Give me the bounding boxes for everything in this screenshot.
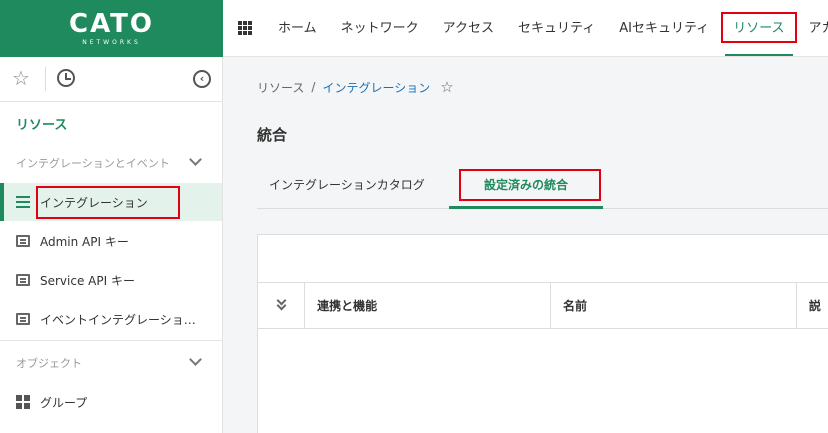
tab-integration-catalog[interactable]: インテグレーションカタログ	[269, 165, 425, 209]
nav-home[interactable]: ホーム	[266, 0, 329, 56]
sidebar-item-label: イベントインテグレーショ…	[40, 312, 196, 327]
nav-account[interactable]: アカ	[797, 0, 828, 56]
column-header-name[interactable]: 名前	[551, 283, 797, 329]
breadcrumb: リソース / インテグレーション ☆	[257, 78, 454, 96]
chevron-down-icon[interactable]	[189, 353, 202, 366]
table-header: 連携と機能 名前 説	[258, 283, 828, 329]
breadcrumb-root[interactable]: リソース	[257, 79, 304, 96]
toolbar-divider	[45, 67, 46, 91]
expand-all-icon[interactable]	[258, 283, 306, 329]
nav-ai-security[interactable]: AIセキュリティ	[607, 0, 721, 56]
groups-icon	[16, 395, 30, 409]
history-icon[interactable]	[57, 69, 75, 87]
top-navigation: ホーム ネットワーク アクセス セキュリティ AIセキュリティ リソース アカ	[223, 0, 828, 57]
section-divider	[0, 340, 222, 341]
favorite-star-icon[interactable]: ☆	[12, 68, 30, 88]
app-grid-icon[interactable]	[238, 21, 252, 35]
column-header-integration[interactable]: 連携と機能	[305, 283, 551, 329]
nav-network[interactable]: ネットワーク	[329, 0, 431, 56]
sidebar-item-groups[interactable]: グループ	[0, 383, 222, 421]
breadcrumb-current[interactable]: インテグレーション	[322, 79, 430, 96]
nav-access[interactable]: アクセス	[431, 0, 506, 56]
highlight-box	[36, 186, 180, 219]
brand-name: CATO	[68, 9, 155, 39]
sidebar-item-event-integration[interactable]: イベントインテグレーショ…	[0, 300, 222, 338]
brand-sub: NETWORKS	[82, 39, 141, 46]
sidebar-item-label: グループ	[40, 395, 88, 410]
document-icon	[16, 313, 30, 325]
sidebar: ☆ ‹ リソース インテグレーションとイベント インテグレーション Admin …	[0, 57, 223, 433]
section-integrations-events[interactable]: インテグレーションとイベント	[16, 155, 170, 171]
collapse-sidebar-icon[interactable]: ‹	[193, 70, 211, 88]
nav-resources[interactable]: リソース	[721, 0, 797, 56]
sidebar-title: リソース	[16, 118, 68, 133]
column-header-description[interactable]: 説	[797, 283, 828, 329]
page-title: 統合	[257, 126, 288, 144]
document-icon	[16, 274, 30, 286]
sidebar-item-admin-api-key[interactable]: Admin API キー	[0, 222, 222, 260]
brand-logo[interactable]: CATO NETWORKS	[0, 0, 223, 57]
list-icon	[16, 196, 30, 208]
integrations-table: 連携と機能 名前 説	[257, 234, 828, 433]
sidebar-toolbar: ☆ ‹	[0, 57, 222, 102]
section-objects[interactable]: オブジェクト	[16, 355, 82, 371]
sidebar-item-label: Service API キー	[40, 273, 135, 288]
nav-security[interactable]: セキュリティ	[506, 0, 607, 56]
sidebar-item-service-api-key[interactable]: Service API キー	[0, 261, 222, 299]
favorite-star-icon[interactable]: ☆	[440, 78, 453, 96]
sidebar-item-label: Admin API キー	[40, 234, 129, 249]
document-icon	[16, 235, 30, 247]
breadcrumb-separator: /	[311, 80, 316, 94]
highlight-box	[459, 169, 601, 201]
table-toolbar	[258, 235, 828, 283]
chevron-down-icon[interactable]	[189, 153, 202, 166]
highlight-box	[721, 11, 797, 43]
